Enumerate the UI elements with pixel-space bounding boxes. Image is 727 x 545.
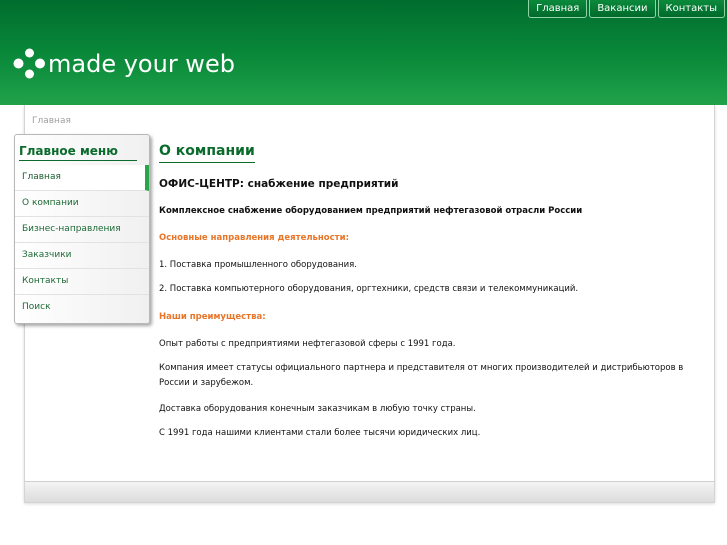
- main-menu-title: Главное меню: [19, 144, 137, 161]
- advantage-item-3: Доставка оборудования конечным заказчика…: [159, 404, 476, 414]
- menu-item-search[interactable]: Поиск: [15, 295, 149, 320]
- topnav-contacts-link[interactable]: Контакты: [657, 0, 725, 18]
- top-navigation: Главная Вакансии Контакты: [528, 0, 725, 18]
- page-title: О компании: [159, 143, 255, 163]
- advantage-item-1: Опыт работы с предприятиями нефтегазовой…: [159, 339, 456, 349]
- breadcrumb[interactable]: Главная: [32, 116, 71, 126]
- directions-heading: Основные направления деятельности:: [159, 233, 349, 243]
- menu-item-about[interactable]: О компании: [15, 191, 149, 217]
- main-menu-list: Главная О компании Бизнес-направления За…: [15, 165, 149, 320]
- site-logo[interactable]: made your web: [13, 47, 235, 80]
- company-subtitle: ОФИС-ЦЕНТР: снабжение предприятий: [159, 178, 399, 190]
- main-content: О компании ОФИС-ЦЕНТР: снабжение предпри…: [159, 140, 699, 438]
- topnav-vacancies-link[interactable]: Вакансии: [589, 0, 656, 18]
- logo-dots-icon: [13, 48, 45, 79]
- panel-footer: [25, 481, 714, 502]
- topnav-home-link[interactable]: Главная: [528, 0, 588, 18]
- main-menu: Главное меню Главная О компании Бизнес-н…: [14, 134, 150, 324]
- advantages-heading: Наши преимущества:: [159, 312, 266, 322]
- menu-item-business[interactable]: Бизнес-направления: [15, 217, 149, 243]
- advantage-item-4: С 1991 года нашими клиентами стали более…: [159, 428, 481, 438]
- logo-text: made your web: [48, 49, 235, 78]
- menu-item-contacts[interactable]: Контакты: [15, 269, 149, 295]
- menu-item-customers[interactable]: Заказчики: [15, 243, 149, 269]
- menu-item-home[interactable]: Главная: [15, 165, 149, 191]
- site-header: Главная Вакансии Контакты made your web: [0, 0, 727, 105]
- direction-item-2: 2. Поставка компьютерного оборудования, …: [159, 284, 579, 294]
- intro-text: Комплексное снабжение оборудованием пред…: [159, 206, 583, 216]
- direction-item-1: 1. Поставка промышленного оборудования.: [159, 260, 357, 270]
- advantage-item-2: Компания имеет статусы официального парт…: [159, 363, 684, 388]
